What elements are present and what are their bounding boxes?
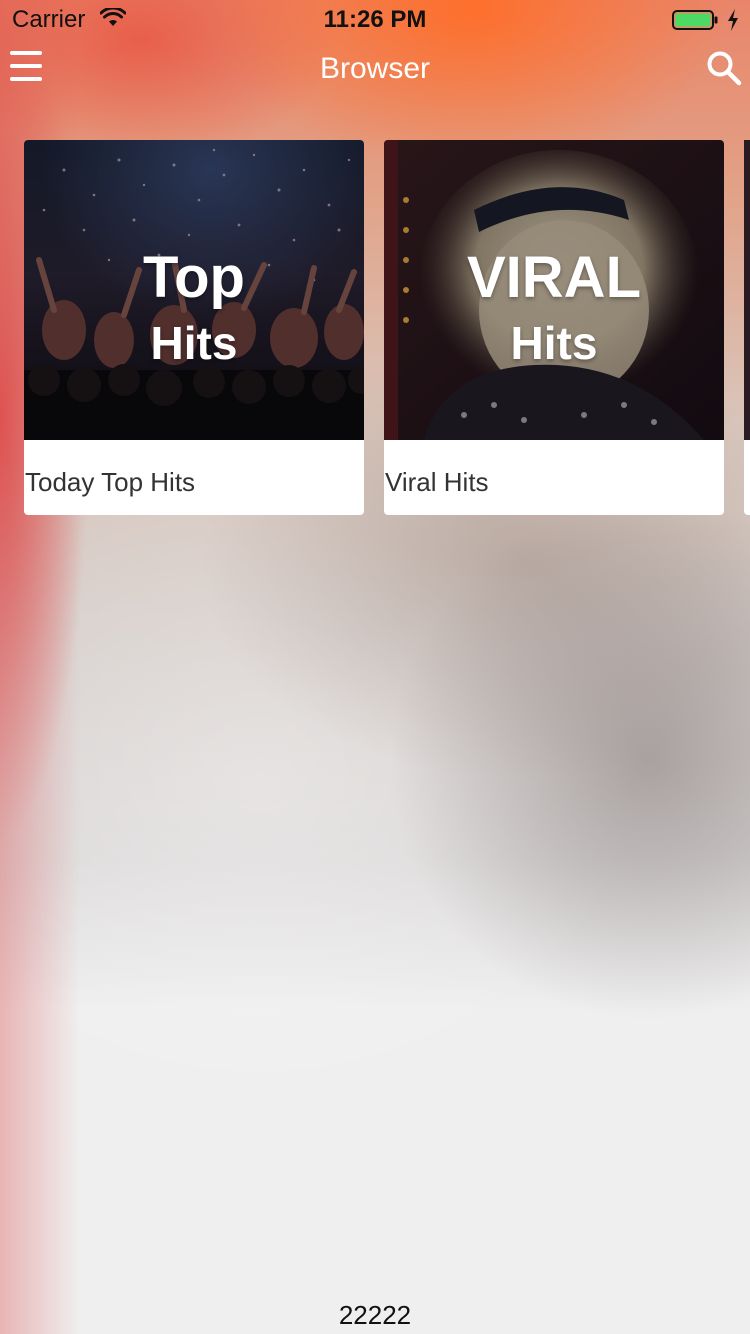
next-card-image bbox=[744, 140, 750, 440]
clock-time: 11:26 PM bbox=[323, 6, 427, 33]
playlist-card-viral-hits[interactable]: VIRAL Hits Viral Hits bbox=[384, 140, 724, 515]
card-overlay-title: VIRAL bbox=[467, 245, 641, 310]
playlist-card-top-hits[interactable]: Top Hits Today Top Hits bbox=[24, 140, 364, 515]
card-image-viral: VIRAL Hits bbox=[384, 140, 724, 440]
next-card-peek[interactable] bbox=[744, 140, 750, 515]
card-overlay-subtitle: Hits bbox=[510, 317, 598, 369]
search-icon bbox=[707, 51, 742, 86]
battery-icon bbox=[672, 10, 718, 30]
status-bar: Carrier 11:26 PM bbox=[0, 0, 750, 40]
card-overlay-subtitle: Hits bbox=[150, 317, 238, 369]
playlist-carousel[interactable]: Top Hits Today Top Hits VIRAL Hits Viral… bbox=[0, 140, 750, 520]
card-image-concert: Top Hits bbox=[24, 140, 364, 440]
card-label: Today Top Hits bbox=[25, 467, 196, 497]
charging-bolt-icon bbox=[726, 8, 740, 37]
navigation-bar: Browser bbox=[0, 40, 750, 100]
page-title: Browser bbox=[319, 52, 431, 85]
card-label: Viral Hits bbox=[385, 467, 489, 497]
footer-text: 22222 bbox=[338, 1300, 412, 1330]
card-overlay-title: Top bbox=[143, 245, 245, 310]
search-button[interactable] bbox=[706, 50, 742, 86]
